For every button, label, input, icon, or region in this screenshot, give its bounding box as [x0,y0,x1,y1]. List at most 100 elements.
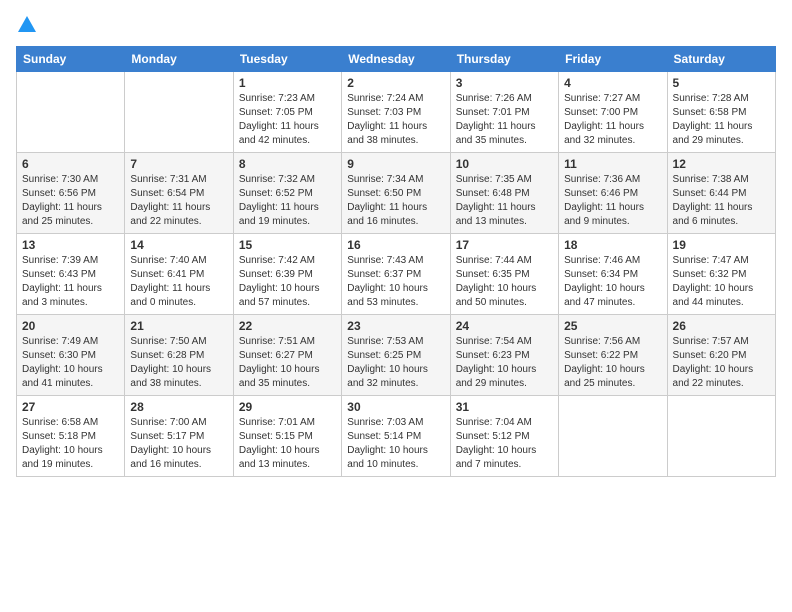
calendar-cell [17,72,125,153]
calendar-cell [667,396,775,477]
day-info: Sunrise: 7:38 AM Sunset: 6:44 PM Dayligh… [673,173,770,229]
day-info: Sunrise: 7:57 AM Sunset: 6:20 PM Dayligh… [673,335,770,391]
calendar-cell: 15Sunrise: 7:42 AM Sunset: 6:39 PM Dayli… [233,234,341,315]
calendar-header-wednesday: Wednesday [342,47,450,72]
calendar-cell: 25 Sunrise: 7:56 AM Sunset: 6:22 PM Dayli… [559,315,667,396]
calendar-cell: 24 Sunrise: 7:54 AM Sunset: 6:23 PM Dayli… [450,315,558,396]
day-number: 23 [347,319,444,333]
day-number: 18 [564,238,661,252]
calendar-header-monday: Monday [125,47,233,72]
calendar-header-saturday: Saturday [667,47,775,72]
calendar-cell: 26 Sunrise: 7:57 AM Sunset: 6:20 PM Dayli… [667,315,775,396]
day-number: 11 [564,157,661,171]
day-number: 20 [22,319,119,333]
day-info: Sunrise: 7:27 AM Sunset: 7:00 PM Dayligh… [564,92,661,148]
calendar-cell: 4 Sunrise: 7:27 AM Sunset: 7:00 PM Daylig… [559,72,667,153]
day-number: 4 [564,76,661,90]
day-number: 25 [564,319,661,333]
calendar-header-row: SundayMondayTuesdayWednesdayThursdayFrid… [17,47,776,72]
calendar-cell: 2Sunrise: 7:24 AM Sunset: 7:03 PM Daylig… [342,72,450,153]
day-info: Sunrise: 7:39 AM Sunset: 6:43 PM Dayligh… [22,254,119,310]
calendar-cell: 13Sunrise: 7:39 AM Sunset: 6:43 PM Dayli… [17,234,125,315]
day-number: 3 [456,76,553,90]
day-info: Sunrise: 7:30 AM Sunset: 6:56 PM Dayligh… [22,173,119,229]
day-info: Sunrise: 7:54 AM Sunset: 6:23 PM Dayligh… [456,335,553,391]
day-number: 10 [456,157,553,171]
calendar-cell: 23 Sunrise: 7:53 AM Sunset: 6:25 PM Dayli… [342,315,450,396]
day-info: Sunrise: 7:00 AM Sunset: 5:17 PM Dayligh… [130,416,227,472]
calendar-cell: 6 Sunrise: 7:30 AM Sunset: 6:56 PM Daylig… [17,153,125,234]
calendar-header-thursday: Thursday [450,47,558,72]
calendar-cell: 27 Sunrise: 6:58 AM Sunset: 5:18 PM Dayli… [17,396,125,477]
day-number: 19 [673,238,770,252]
calendar-week-4: 20 Sunrise: 7:49 AM Sunset: 6:30 PM Dayli… [17,315,776,396]
calendar-cell: 21 Sunrise: 7:50 AM Sunset: 6:28 PM Dayli… [125,315,233,396]
calendar-cell: 1Sunrise: 7:23 AM Sunset: 7:05 PM Daylig… [233,72,341,153]
day-number: 30 [347,400,444,414]
day-number: 12 [673,157,770,171]
calendar-cell: 17 Sunrise: 7:44 AM Sunset: 6:35 PM Dayli… [450,234,558,315]
day-number: 9 [347,157,444,171]
day-info: Sunrise: 7:56 AM Sunset: 6:22 PM Dayligh… [564,335,661,391]
day-number: 21 [130,319,227,333]
day-number: 17 [456,238,553,252]
calendar-cell: 18 Sunrise: 7:46 AM Sunset: 6:34 PM Dayli… [559,234,667,315]
day-number: 27 [22,400,119,414]
calendar-cell: 22 Sunrise: 7:51 AM Sunset: 6:27 PM Dayli… [233,315,341,396]
calendar-cell: 5Sunrise: 7:28 AM Sunset: 6:58 PM Daylig… [667,72,775,153]
day-number: 5 [673,76,770,90]
calendar-cell [559,396,667,477]
day-number: 16 [347,238,444,252]
day-info: Sunrise: 7:01 AM Sunset: 5:15 PM Dayligh… [239,416,336,472]
day-number: 6 [22,157,119,171]
calendar-week-2: 6 Sunrise: 7:30 AM Sunset: 6:56 PM Daylig… [17,153,776,234]
calendar-cell: 31 Sunrise: 7:04 AM Sunset: 5:12 PM Dayli… [450,396,558,477]
calendar-cell: 28 Sunrise: 7:00 AM Sunset: 5:17 PM Dayli… [125,396,233,477]
day-info: Sunrise: 7:44 AM Sunset: 6:35 PM Dayligh… [456,254,553,310]
day-info: Sunrise: 7:04 AM Sunset: 5:12 PM Dayligh… [456,416,553,472]
page-header [16,16,776,34]
day-number: 26 [673,319,770,333]
day-info: Sunrise: 7:31 AM Sunset: 6:54 PM Dayligh… [130,173,227,229]
calendar-cell: 16 Sunrise: 7:43 AM Sunset: 6:37 PM Dayli… [342,234,450,315]
logo [16,16,36,34]
calendar-cell: 10 Sunrise: 7:35 AM Sunset: 6:48 PM Dayli… [450,153,558,234]
day-info: Sunrise: 7:49 AM Sunset: 6:30 PM Dayligh… [22,335,119,391]
day-info: Sunrise: 6:58 AM Sunset: 5:18 PM Dayligh… [22,416,119,472]
day-info: Sunrise: 7:53 AM Sunset: 6:25 PM Dayligh… [347,335,444,391]
day-info: Sunrise: 7:36 AM Sunset: 6:46 PM Dayligh… [564,173,661,229]
calendar-cell [125,72,233,153]
day-number: 8 [239,157,336,171]
day-number: 24 [456,319,553,333]
calendar-header-tuesday: Tuesday [233,47,341,72]
day-number: 31 [456,400,553,414]
day-info: Sunrise: 7:42 AM Sunset: 6:39 PM Dayligh… [239,254,336,310]
logo-icon [18,16,36,32]
day-info: Sunrise: 7:46 AM Sunset: 6:34 PM Dayligh… [564,254,661,310]
calendar-header-friday: Friday [559,47,667,72]
day-info: Sunrise: 7:43 AM Sunset: 6:37 PM Dayligh… [347,254,444,310]
calendar-cell: 3 Sunrise: 7:26 AM Sunset: 7:01 PM Daylig… [450,72,558,153]
day-info: Sunrise: 7:03 AM Sunset: 5:14 PM Dayligh… [347,416,444,472]
day-info: Sunrise: 7:51 AM Sunset: 6:27 PM Dayligh… [239,335,336,391]
day-info: Sunrise: 7:40 AM Sunset: 6:41 PM Dayligh… [130,254,227,310]
day-info: Sunrise: 7:50 AM Sunset: 6:28 PM Dayligh… [130,335,227,391]
day-info: Sunrise: 7:47 AM Sunset: 6:32 PM Dayligh… [673,254,770,310]
calendar-cell: 29 Sunrise: 7:01 AM Sunset: 5:15 PM Dayli… [233,396,341,477]
day-number: 29 [239,400,336,414]
day-number: 22 [239,319,336,333]
calendar-cell: 8Sunrise: 7:32 AM Sunset: 6:52 PM Daylig… [233,153,341,234]
calendar-week-1: 1Sunrise: 7:23 AM Sunset: 7:05 PM Daylig… [17,72,776,153]
calendar-cell: 7 Sunrise: 7:31 AM Sunset: 6:54 PM Daylig… [125,153,233,234]
day-info: Sunrise: 7:24 AM Sunset: 7:03 PM Dayligh… [347,92,444,148]
calendar-cell: 9Sunrise: 7:34 AM Sunset: 6:50 PM Daylig… [342,153,450,234]
day-info: Sunrise: 7:35 AM Sunset: 6:48 PM Dayligh… [456,173,553,229]
day-number: 14 [130,238,227,252]
day-number: 28 [130,400,227,414]
calendar-week-3: 13Sunrise: 7:39 AM Sunset: 6:43 PM Dayli… [17,234,776,315]
calendar-cell: 20 Sunrise: 7:49 AM Sunset: 6:30 PM Dayli… [17,315,125,396]
calendar-table: SundayMondayTuesdayWednesdayThursdayFrid… [16,46,776,477]
day-info: Sunrise: 7:26 AM Sunset: 7:01 PM Dayligh… [456,92,553,148]
calendar-cell: 14 Sunrise: 7:40 AM Sunset: 6:41 PM Dayli… [125,234,233,315]
day-number: 7 [130,157,227,171]
